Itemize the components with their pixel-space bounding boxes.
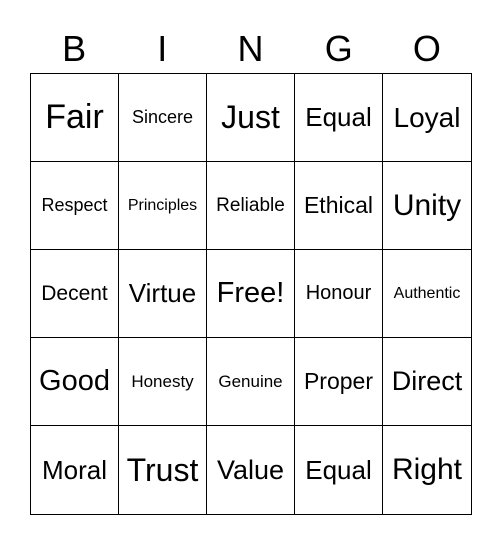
bingo-cell: Respect [31,162,119,250]
header-letter-b: B [62,28,87,69]
bingo-cell: Ethical [295,162,383,250]
bingo-cell: Moral [31,426,119,514]
header-letter-o: O [412,28,441,69]
bingo-grid: Fair Sincere Just Equal Loyal Respect Principl… [30,73,472,515]
bingo-cell: Proper [295,338,383,426]
bingo-cell: Reliable [207,162,295,250]
bingo-cell: Equal [295,74,383,162]
bingo-cell: Trust [119,426,207,514]
bingo-cell: Good [31,338,119,426]
bingo-cell: Principles [119,162,207,250]
bingo-cell: Just [207,74,295,162]
bingo-cell: Direct [383,338,471,426]
bingo-header: B I N G O [30,26,471,72]
header-letter-i: I [157,28,168,69]
bingo-cell: Honour [295,250,383,338]
bingo-cell: Right [391,453,463,486]
bingo-cell: Loyal [383,74,471,162]
bingo-cell: Fair [31,74,119,162]
bingo-cell: Genuine [207,338,295,426]
bingo-cell: Authentic [383,250,471,338]
bingo-cell: Sincere [119,74,207,162]
bingo-cell: Virtue [119,250,207,338]
header-letter-g: G [324,28,353,69]
bingo-cell: Value [207,426,295,514]
bingo-cell: Honesty [119,338,207,426]
bingo-cell: Decent [31,250,119,338]
bingo-cell: Equal [295,426,383,514]
bingo-cell: Unity [383,162,471,250]
header-letter-n: N [237,28,264,69]
bingo-cell: Free! [207,250,295,338]
